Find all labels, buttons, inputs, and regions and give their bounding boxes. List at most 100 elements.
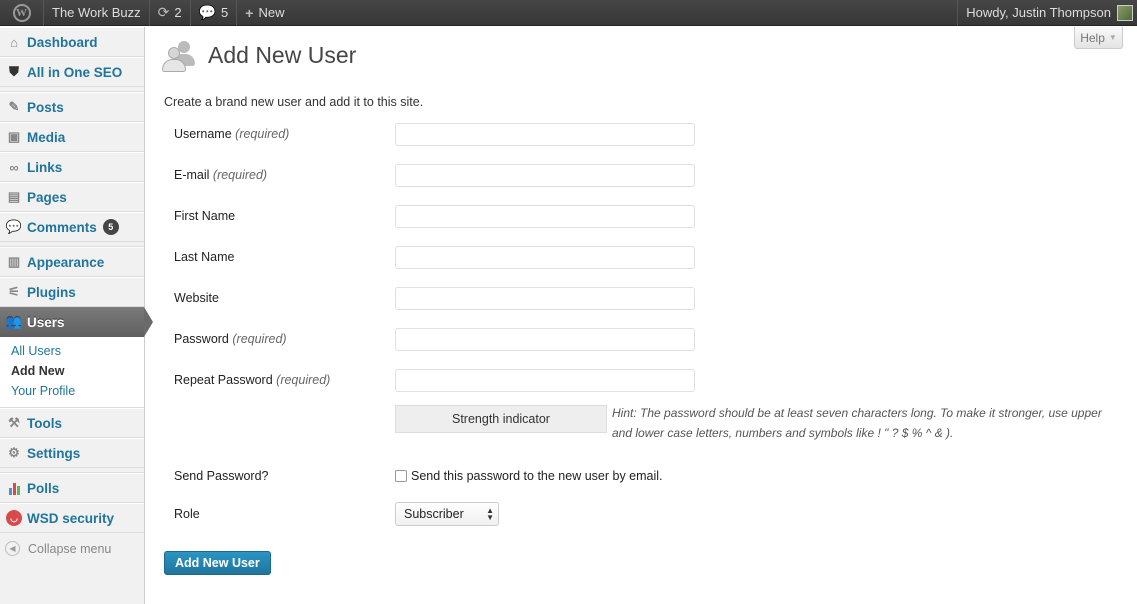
speech-bubble-icon: 💬 bbox=[5, 219, 23, 234]
password-field[interactable] bbox=[395, 327, 695, 351]
pages-icon: ▤ bbox=[7, 189, 21, 204]
comments-button[interactable]: 💬 5 bbox=[191, 0, 238, 26]
admin-bar: W The Work Buzz ⟳ 2 💬 5 + New Howdy, Jus… bbox=[0, 0, 1137, 26]
email-label: E-mail (required) bbox=[174, 168, 268, 182]
updates-count: 2 bbox=[174, 5, 182, 20]
repeat-password-field[interactable] bbox=[395, 368, 695, 392]
collapse-menu-button[interactable]: ◀ Collapse menu bbox=[0, 533, 144, 564]
wordpress-icon: W bbox=[12, 3, 31, 22]
sidebar-item-label: Settings bbox=[27, 445, 81, 461]
sidebar-item-media[interactable]: ▣ Media bbox=[0, 122, 144, 152]
sidebar-item-label: Pages bbox=[27, 189, 67, 205]
first-name-row: First Name bbox=[174, 204, 1114, 228]
sidebar-item-comments[interactable]: 💬 Comments 5 bbox=[0, 212, 144, 242]
avatar bbox=[1117, 4, 1133, 21]
repeat-password-row: Repeat Password (required) bbox=[174, 368, 1114, 392]
sidebar-item-appearance[interactable]: ▥ Appearance bbox=[0, 247, 144, 277]
send-password-option: Send this password to the new user by em… bbox=[395, 469, 663, 483]
wsd-security-icon: ◡ bbox=[5, 510, 23, 526]
email-field[interactable] bbox=[395, 163, 695, 187]
bar-chart-icon bbox=[5, 480, 23, 496]
sidebar-item-wsd-security[interactable]: ◡ WSD security bbox=[0, 503, 144, 533]
account-menu[interactable]: Howdy, Justin Thompson bbox=[957, 0, 1137, 26]
sidebar-item-label: Appearance bbox=[27, 254, 105, 270]
admin-sidebar: ⌂ Dashboard ⛊ All in One SEO ✎ Posts ▣ M… bbox=[0, 27, 153, 604]
sidebar-item-label: Plugins bbox=[27, 284, 76, 300]
last-name-row: Last Name bbox=[174, 245, 1114, 269]
website-label: Website bbox=[174, 291, 219, 305]
chain-link-icon: ∞ bbox=[9, 159, 19, 175]
main-content: Add New User Create a brand new user and… bbox=[162, 27, 1124, 575]
users-icon: 👥 bbox=[5, 314, 23, 329]
send-password-checkbox[interactable] bbox=[395, 470, 407, 482]
website-field[interactable] bbox=[395, 286, 695, 310]
media-icon: ▣ bbox=[7, 129, 21, 144]
sidebar-item-users[interactable]: 👥 Users bbox=[0, 307, 153, 337]
first-name-label: First Name bbox=[174, 209, 236, 223]
sidebar-item-label: Media bbox=[27, 129, 66, 145]
first-name-field[interactable] bbox=[395, 204, 695, 228]
sidebar-item-posts[interactable]: ✎ Posts bbox=[0, 92, 144, 122]
website-row: Website bbox=[174, 286, 1114, 310]
role-select[interactable]: Subscriber ▲ ▼ bbox=[395, 502, 499, 526]
sidebar-item-pages[interactable]: ▤ Pages bbox=[0, 182, 144, 212]
add-new-user-button[interactable]: Add New User bbox=[164, 551, 271, 575]
sidebar-item-label: Users bbox=[27, 314, 65, 330]
sidebar-item-links[interactable]: ∞ Links bbox=[0, 152, 144, 182]
wordpress-logo-button[interactable]: W bbox=[0, 0, 44, 26]
sidebar-item-label: Posts bbox=[27, 99, 64, 115]
page-header: Add New User bbox=[162, 37, 1124, 73]
select-arrows-icon: ▲ ▼ bbox=[486, 506, 494, 522]
refresh-icon: ⟳ bbox=[157, 4, 170, 20]
new-label: New bbox=[258, 5, 285, 20]
howdy-label: Howdy, Justin Thompson bbox=[966, 5, 1111, 20]
submenu-item-your-profile[interactable]: Your Profile bbox=[0, 381, 144, 401]
send-password-row: Send Password? Send this password to the… bbox=[174, 464, 1114, 488]
sidebar-item-label: Comments bbox=[27, 219, 97, 235]
sidebar-item-label: Links bbox=[27, 159, 63, 175]
pushpin-icon: ✎ bbox=[8, 99, 20, 114]
shield-icon: ⛊ bbox=[9, 64, 19, 79]
collapse-arrow-icon: ◀ bbox=[5, 541, 20, 556]
users-submenu: All Users Add New Your Profile bbox=[0, 337, 144, 408]
submenu-item-all-users[interactable]: All Users bbox=[0, 341, 144, 361]
email-row: E-mail (required) bbox=[174, 163, 1114, 187]
collapse-menu-label: Collapse menu bbox=[28, 541, 112, 556]
role-row: Role Subscriber ▲ ▼ bbox=[174, 502, 1114, 526]
password-hint: Hint: The password should be at least se… bbox=[612, 406, 1102, 440]
comments-count-badge: 5 bbox=[102, 219, 119, 235]
new-content-button[interactable]: + New bbox=[237, 0, 292, 26]
speech-bubble-icon: 💬 bbox=[198, 4, 217, 20]
sidebar-item-all-in-one-seo[interactable]: ⛊ All in One SEO bbox=[0, 57, 144, 87]
comments-count: 5 bbox=[221, 5, 229, 20]
role-label: Role bbox=[174, 507, 200, 521]
password-row: Password (required) bbox=[174, 327, 1114, 351]
sidebar-item-label: All in One SEO bbox=[27, 64, 123, 80]
repeat-password-label: Repeat Password (required) bbox=[174, 373, 331, 387]
page-title: Add New User bbox=[208, 41, 357, 68]
page-intro: Create a brand new user and add it to th… bbox=[164, 95, 424, 109]
sidebar-item-dashboard[interactable]: ⌂ Dashboard bbox=[0, 27, 144, 57]
house-icon: ⌂ bbox=[10, 34, 18, 50]
site-name-label: The Work Buzz bbox=[52, 5, 141, 20]
send-password-checkbox-label[interactable]: Send this password to the new user by em… bbox=[411, 469, 663, 483]
last-name-field[interactable] bbox=[395, 245, 695, 269]
username-field[interactable] bbox=[395, 122, 695, 146]
users-icon bbox=[162, 38, 200, 72]
password-label: Password (required) bbox=[174, 332, 287, 346]
sidebar-item-tools[interactable]: ⚒ Tools bbox=[0, 408, 144, 438]
plug-icon: ⚟ bbox=[8, 284, 20, 299]
sidebar-item-settings[interactable]: ⚙ Settings bbox=[0, 438, 144, 468]
send-password-label: Send Password? bbox=[174, 469, 269, 483]
submenu-item-add-new[interactable]: Add New bbox=[0, 361, 144, 381]
sidebar-item-plugins[interactable]: ⚟ Plugins bbox=[0, 277, 144, 307]
tools-icon: ⚒ bbox=[8, 415, 20, 430]
username-row: Username (required) bbox=[174, 122, 1114, 146]
site-name-link[interactable]: The Work Buzz bbox=[44, 0, 150, 26]
updates-button[interactable]: ⟳ 2 bbox=[150, 0, 191, 26]
plus-icon: + bbox=[245, 4, 254, 21]
sidebar-item-polls[interactable]: Polls bbox=[0, 473, 144, 503]
sidebar-item-label: Dashboard bbox=[27, 34, 98, 50]
last-name-label: Last Name bbox=[174, 250, 235, 264]
appearance-icon: ▥ bbox=[7, 254, 21, 269]
